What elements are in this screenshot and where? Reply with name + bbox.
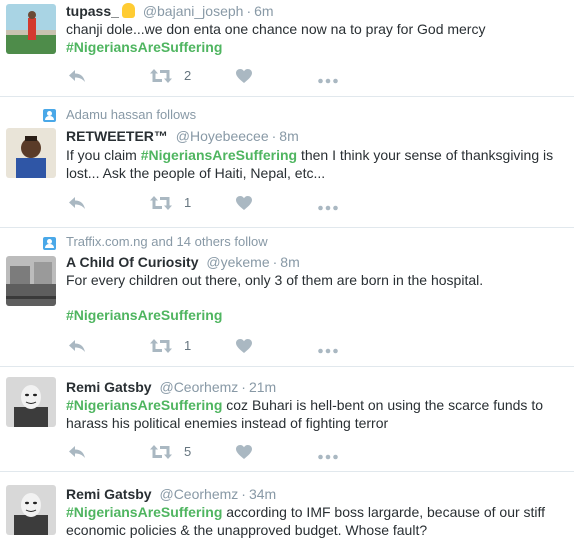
tweet-text-line: harass his political enemies instead of … — [66, 415, 389, 431]
retweet-icon[interactable] — [150, 338, 172, 354]
reply-icon[interactable] — [68, 195, 86, 211]
tweet[interactable]: Remi Gatsby @Ceorhemz · 34m #NigeriansAreS… — [0, 472, 574, 539]
tweet-header: Remi Gatsby @Ceorhemz · 34m — [66, 485, 276, 503]
separator: · — [271, 128, 277, 144]
hashtag-link[interactable]: #NigeriansAreSuffering — [66, 397, 222, 413]
tweet[interactable]: Remi Gatsby @Ceorhemz · 21m #NigeriansAreS… — [0, 367, 574, 471]
retweet-icon[interactable] — [150, 195, 172, 211]
separator: · — [246, 3, 252, 19]
reply-icon[interactable] — [68, 338, 86, 354]
hashtag-link[interactable]: #NigeriansAreSuffering — [66, 307, 222, 323]
tweet-text-segment: coz Buhari is hell-bent on using the sca… — [222, 397, 544, 413]
tweet-text: For every children out there, only 3 of … — [66, 271, 483, 289]
timestamp[interactable]: 8m — [280, 254, 299, 270]
like-icon[interactable] — [236, 338, 252, 354]
tweet-text: #NigeriansAreSuffering according to IMF … — [66, 503, 545, 539]
retweet-count: 1 — [184, 338, 192, 353]
tweet-text-line: lost... Ask the people of Haiti, Nepal, … — [66, 165, 326, 181]
timestamp[interactable]: 8m — [279, 128, 298, 144]
tweet-header: tupass_ @bajani_joseph · 6m — [66, 2, 274, 20]
hashtag-link[interactable]: #NigeriansAreSuffering — [66, 504, 222, 520]
timestamp[interactable]: 6m — [254, 3, 273, 19]
tweet-header: Remi Gatsby @Ceorhemz · 21m — [66, 378, 276, 396]
retweet-count: 2 — [184, 68, 192, 83]
tweet[interactable]: Adamu hassan follows RETWEETER™ @Hoyebee… — [0, 97, 574, 227]
more-icon[interactable] — [318, 343, 338, 359]
display-name[interactable]: RETWEETER™ — [66, 128, 168, 144]
tweet-text: chanji dole...we don enta one chance now… — [66, 20, 485, 56]
tweet[interactable]: Traffix.com.ng and 14 others follow A Ch… — [0, 228, 574, 366]
like-icon[interactable] — [236, 444, 252, 460]
hashtag-link[interactable]: #NigeriansAreSuffering — [66, 39, 222, 55]
display-name[interactable]: A Child Of Curiosity — [66, 254, 198, 270]
tweet-text: #NigeriansAreSuffering — [66, 306, 222, 324]
follow-context-icon — [43, 109, 56, 122]
avatar[interactable] — [6, 377, 56, 427]
tweet-text: If you claim #NigeriansAreSuffering then… — [66, 146, 553, 182]
display-name[interactable]: Remi Gatsby — [66, 486, 152, 502]
reply-icon[interactable] — [68, 68, 86, 84]
like-icon[interactable] — [236, 68, 252, 84]
username[interactable]: @bajani_joseph — [143, 3, 244, 19]
display-name[interactable]: tupass_ — [66, 3, 119, 19]
username[interactable]: @Ceorhemz — [159, 486, 238, 502]
retweet-count: 1 — [184, 195, 192, 210]
avatar[interactable] — [6, 4, 56, 54]
follow-context: Adamu hassan follows — [66, 107, 197, 122]
avatar[interactable] — [6, 485, 56, 535]
more-icon[interactable] — [318, 200, 338, 216]
tweet-text-segment: If you claim — [66, 147, 141, 163]
tweet-text: #NigeriansAreSuffering coz Buhari is hel… — [66, 396, 543, 432]
username[interactable]: @yekeme — [206, 254, 269, 270]
tweet-header: RETWEETER™ @Hoyebeecee · 8m — [66, 127, 299, 145]
tweet-text-line: For every children out there, only 3 of … — [66, 272, 484, 288]
tweet-text-line: economic policies & the unapproved budge… — [66, 522, 428, 538]
tweet-header: A Child Of Curiosity @yekeme · 8m — [66, 253, 300, 271]
tweet[interactable]: tupass_ @bajani_joseph · 6m chanji dole...… — [0, 0, 574, 96]
more-icon[interactable] — [318, 449, 338, 465]
hashtag-link[interactable]: #NigeriansAreSuffering — [141, 147, 297, 163]
tweet-text-line: chanji dole...we don enta one chance now… — [66, 21, 486, 37]
separator: · — [241, 486, 246, 502]
username[interactable]: @Ceorhemz — [159, 379, 238, 395]
avatar[interactable] — [6, 128, 56, 178]
like-icon[interactable] — [236, 195, 252, 211]
timestamp[interactable]: 34m — [249, 486, 276, 502]
avatar[interactable] — [6, 256, 56, 306]
display-name[interactable]: Remi Gatsby — [66, 379, 152, 395]
timestamp[interactable]: 21m — [249, 379, 276, 395]
username[interactable]: @Hoyebeecee — [176, 128, 269, 144]
tweet-text-segment: according to IMF boss largarde, because … — [222, 504, 546, 520]
follow-context: Traffix.com.ng and 14 others follow — [66, 234, 268, 249]
follow-context-icon — [43, 237, 56, 250]
retweet-count: 5 — [184, 444, 192, 459]
more-icon[interactable] — [318, 73, 338, 89]
hand-emoji-icon — [121, 3, 135, 18]
separator: · — [241, 379, 246, 395]
retweet-icon[interactable] — [150, 444, 172, 460]
retweet-icon[interactable] — [150, 68, 172, 84]
separator: · — [272, 254, 278, 270]
reply-icon[interactable] — [68, 444, 86, 460]
tweet-text-segment: then I think your sense of thanksgiving … — [297, 147, 554, 163]
